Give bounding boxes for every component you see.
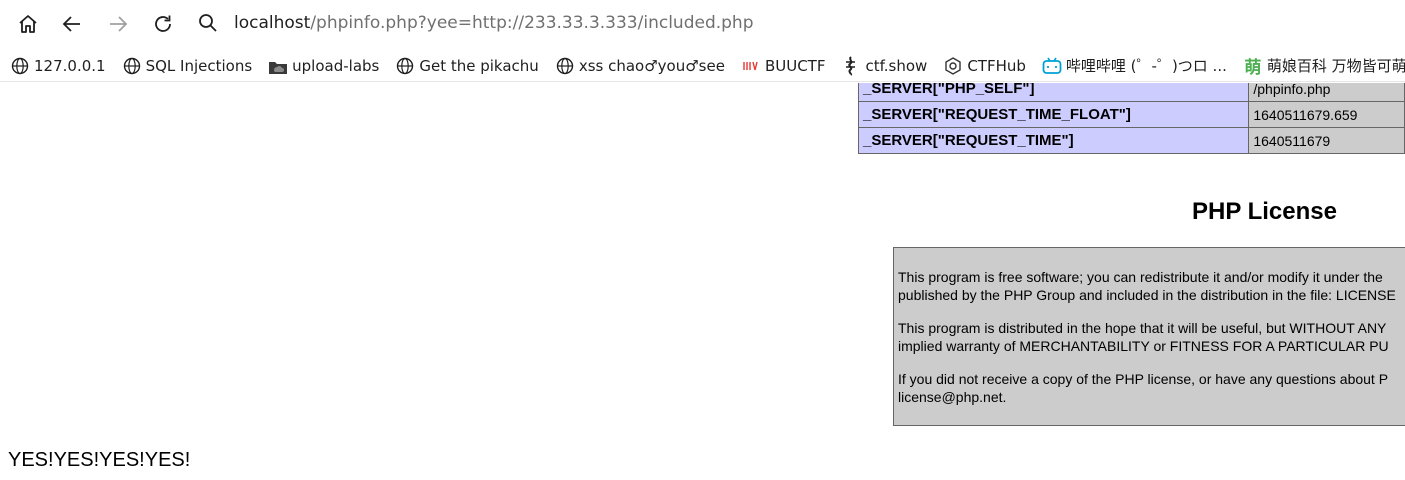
license-line: This program is free software; you can r…: [898, 269, 1383, 285]
bookmark-ctfhub[interactable]: CTFHub: [933, 52, 1032, 80]
reload-button[interactable]: [149, 10, 177, 38]
server-key: _SERVER["PHP_SELF"]: [857, 83, 1250, 102]
bookmark-label: CTFHub: [967, 56, 1026, 75]
server-value: 1640511679: [1248, 127, 1405, 154]
forward-button[interactable]: [104, 10, 132, 38]
license-line: implied warranty of MERCHANTABILITY or F…: [898, 338, 1389, 354]
server-value: 1640511679.659: [1248, 101, 1405, 128]
license-box: This program is free software; you can r…: [893, 247, 1405, 426]
bookmark-label: BUUCTF: [764, 56, 826, 75]
license-line: license@php.net.: [898, 389, 1007, 405]
bookmark-label: ctf.show: [865, 56, 928, 75]
license-line: This program is distributed in the hope …: [898, 320, 1387, 336]
address-bar[interactable]: localhost/phpinfo.php?yee=http://233.33.…: [196, 6, 1196, 40]
bookmark-pikachu[interactable]: Get the pikachu: [385, 52, 544, 80]
bookmark-label: SQL Injections: [145, 56, 253, 75]
page-content: _SERVER["PHP_SELF"] /phpinfo.php _SERVER…: [0, 83, 1405, 480]
bookmark-label: Get the pikachu: [419, 56, 539, 75]
bookmark-label: upload-labs: [292, 56, 380, 75]
bookmark-sql-injections[interactable]: SQL Injections: [112, 52, 259, 80]
globe-icon: [395, 56, 415, 76]
bookmark-bilibili[interactable]: 哔哩哔哩 (゜-゜)つロ ...: [1032, 52, 1233, 80]
bookmark-upload-labs[interactable]: upload-labs: [258, 52, 385, 80]
ctfhub-icon: [943, 56, 963, 76]
ctfshow-icon: [841, 55, 861, 76]
buuctf-icon: [741, 56, 761, 76]
server-key: _SERVER["REQUEST_TIME"]: [857, 127, 1250, 154]
bookmark-label: 哔哩哔哩 (゜-゜)つロ ...: [1065, 57, 1227, 75]
table-row: _SERVER["REQUEST_TIME"] 1640511679: [857, 127, 1405, 154]
globe-icon: [555, 56, 575, 76]
bookmarks-bar: 127.0.0.1 SQL Injections upload-labs Get…: [0, 50, 1405, 82]
bookmark-label: 萌娘百科 万物皆可萌...: [1266, 57, 1405, 75]
home-icon: [19, 15, 37, 33]
server-value: /phpinfo.php: [1248, 83, 1405, 102]
bookmark-buuctf[interactable]: BUUCTF: [731, 52, 832, 80]
table-row: _SERVER["PHP_SELF"] /phpinfo.php: [857, 83, 1405, 102]
license-paragraph: This program is distributed in the hope …: [898, 319, 1405, 355]
bilibili-icon: [1042, 56, 1062, 76]
globe-icon: [122, 56, 142, 76]
included-output-text: YES!YES!YES!YES!: [8, 449, 191, 471]
address-path: /phpinfo.php?yee=http://233.33.3.333/inc…: [310, 13, 754, 33]
server-key: _SERVER["REQUEST_TIME_FLOAT"]: [857, 101, 1250, 128]
search-icon: [196, 11, 220, 35]
back-button[interactable]: [58, 10, 86, 38]
bookmark-label: 127.0.0.1: [34, 56, 106, 75]
globe-icon: [10, 56, 30, 76]
license-line: If you did not receive a copy of the PHP…: [898, 371, 1389, 387]
address-host: localhost: [234, 13, 311, 33]
license-paragraph: If you did not receive a copy of the PHP…: [898, 370, 1405, 406]
license-title: PHP License: [1192, 198, 1337, 225]
arrow-right-icon: [110, 16, 128, 32]
bookmark-moegirl[interactable]: 萌 萌娘百科 万物皆可萌...: [1233, 52, 1405, 80]
bookmark-xss[interactable]: xss chao♂you♂see: [545, 52, 731, 80]
license-paragraph: This program is free software; you can r…: [898, 268, 1405, 304]
table-row: _SERVER["REQUEST_TIME_FLOAT"] 1640511679…: [857, 101, 1405, 128]
arrow-left-icon: [62, 16, 80, 32]
license-line: published by the PHP Group and included …: [898, 287, 1396, 303]
bookmark-127-0-0-1[interactable]: 127.0.0.1: [0, 52, 112, 80]
browser-toolbar: localhost/phpinfo.php?yee=http://233.33.…: [0, 0, 1405, 47]
home-button[interactable]: [14, 10, 42, 38]
moegirl-icon: 萌: [1244, 58, 1262, 78]
server-variables-table: _SERVER["PHP_SELF"] /phpinfo.php _SERVER…: [857, 83, 1405, 154]
cloud-folder-icon: [268, 56, 288, 76]
bookmark-label: xss chao♂you♂see: [578, 56, 725, 75]
bookmark-ctfshow[interactable]: ctf.show: [831, 52, 933, 80]
reload-icon: [155, 15, 171, 32]
